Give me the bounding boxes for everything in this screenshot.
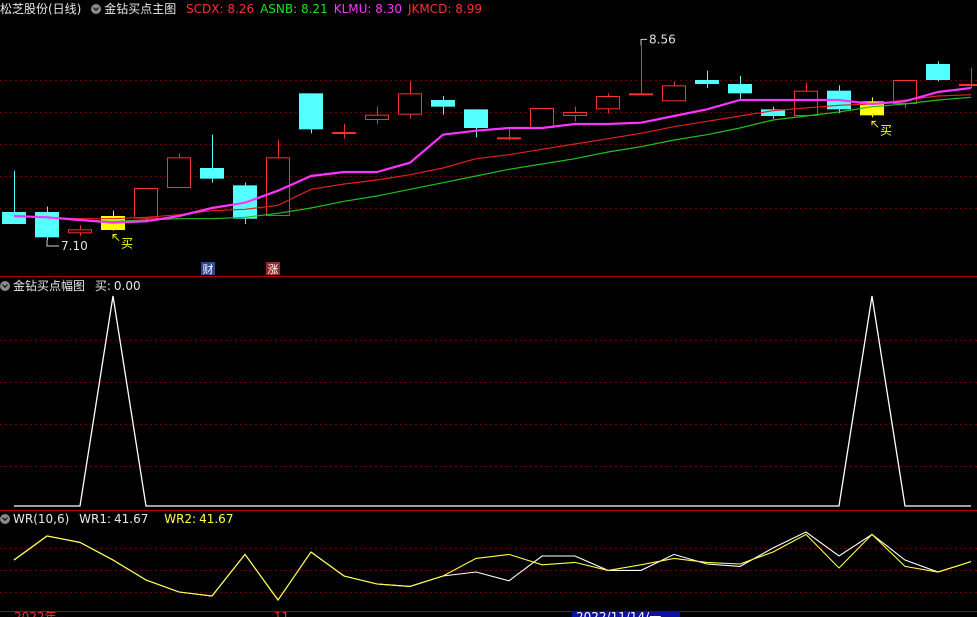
candle-body-up — [959, 84, 977, 86]
main-panel-header: 松芝股份(日线) 金钻买点主图 SCDX: 8.26 ASNB: 8.21 KLMU… — [0, 0, 494, 18]
candle-body-down — [728, 84, 752, 94]
buy-label: 买 — [880, 123, 892, 137]
candle — [728, 76, 752, 99]
candle — [629, 45, 653, 96]
buy-arrow — [871, 120, 879, 128]
candle-body-up — [629, 93, 653, 96]
event-badge: 涨 — [268, 263, 279, 276]
candle — [299, 93, 323, 134]
signal-line — [14, 295, 971, 507]
candle-body-down — [2, 212, 26, 224]
wr-panel-header: WR(10,6) WR1: 41.67 WR2: 41.67 — [0, 510, 245, 528]
x-axis-cursor-label: 2022/11/14/一 — [576, 610, 661, 617]
low-price-label: 7.10 — [61, 239, 88, 253]
candle-body-up — [794, 90, 818, 116]
candle-body-down — [431, 100, 455, 107]
candle-body-up — [662, 85, 686, 102]
candle-body-up — [497, 137, 521, 140]
indicator-options-icon[interactable] — [0, 281, 10, 291]
candle-body-down — [695, 80, 719, 84]
candle — [563, 106, 587, 122]
candle — [497, 129, 521, 140]
wr-line-wr1 — [13, 531, 972, 601]
candle — [761, 106, 785, 119]
indicator-options-icon[interactable] — [91, 4, 102, 14]
indicator-value: JKMCD: 8.99 — [408, 2, 482, 16]
candle — [332, 124, 356, 139]
candle-body-up — [596, 96, 620, 110]
candle — [68, 225, 92, 236]
high-price-label: 8.56 — [649, 32, 676, 46]
indicator-options-icon[interactable] — [0, 514, 10, 524]
main-indicator-name[interactable]: 金钻买点主图 — [104, 2, 176, 16]
candle — [365, 106, 389, 124]
candle — [596, 93, 620, 114]
buy-arrow — [112, 234, 120, 242]
mid-panel-header: 金钻买点幅图 买: 0.00 — [0, 277, 153, 295]
candle-body-up — [530, 108, 554, 128]
candle — [431, 96, 455, 115]
x-axis-label: 11 — [274, 610, 289, 617]
candle-body-up — [134, 188, 158, 219]
candle-body-up — [365, 114, 389, 120]
candle-body-down — [200, 168, 224, 179]
candle — [200, 134, 224, 183]
candle-body-down — [926, 64, 950, 80]
candle — [464, 109, 488, 138]
low-marker — [46, 240, 59, 247]
candle — [398, 81, 422, 119]
candle — [860, 97, 884, 118]
candle-body-up — [563, 112, 587, 116]
indicator-value: KLMU: 8.30 — [333, 2, 402, 16]
indicator-value: SCDX: 8.26 — [186, 2, 255, 16]
candle-body-down — [35, 212, 59, 238]
wr2-value: WR2: 41.67 — [164, 512, 234, 526]
candle-body-down — [464, 109, 488, 128]
x-axis-label: 2022年 — [14, 610, 57, 617]
wr-indicator-name[interactable]: WR(10,6) — [13, 512, 69, 526]
candle-body-down — [299, 93, 323, 130]
candle — [35, 206, 59, 240]
buy-label: 买 — [121, 237, 133, 251]
high-marker — [640, 38, 647, 46]
mid-indicator-label: 买: 0.00 — [94, 279, 141, 293]
indicator-value: ASNB: 8.21 — [260, 2, 328, 16]
candle — [662, 81, 686, 102]
candle — [959, 68, 977, 88]
candle — [530, 108, 554, 128]
candle — [926, 61, 950, 82]
candle-body-up — [68, 229, 92, 234]
wr1-value: WR1: 41.67 — [79, 512, 149, 526]
wr-line-wr2 — [13, 533, 972, 601]
candle — [167, 153, 191, 188]
event-badge: 财 — [203, 262, 214, 276]
candle — [695, 70, 719, 88]
candle-body-up — [332, 132, 356, 134]
candle-body-up — [398, 93, 422, 115]
candle — [266, 140, 290, 216]
indicator-values: SCDX: 8.26 ASNB: 8.21 KLMU: 8.30 JKMCD: 8.9… — [186, 2, 488, 16]
mid-indicator-name[interactable]: 金钻买点幅图 — [13, 279, 85, 293]
candle-body-up — [167, 157, 191, 188]
stock-title[interactable]: 松芝股份(日线) — [0, 2, 81, 16]
